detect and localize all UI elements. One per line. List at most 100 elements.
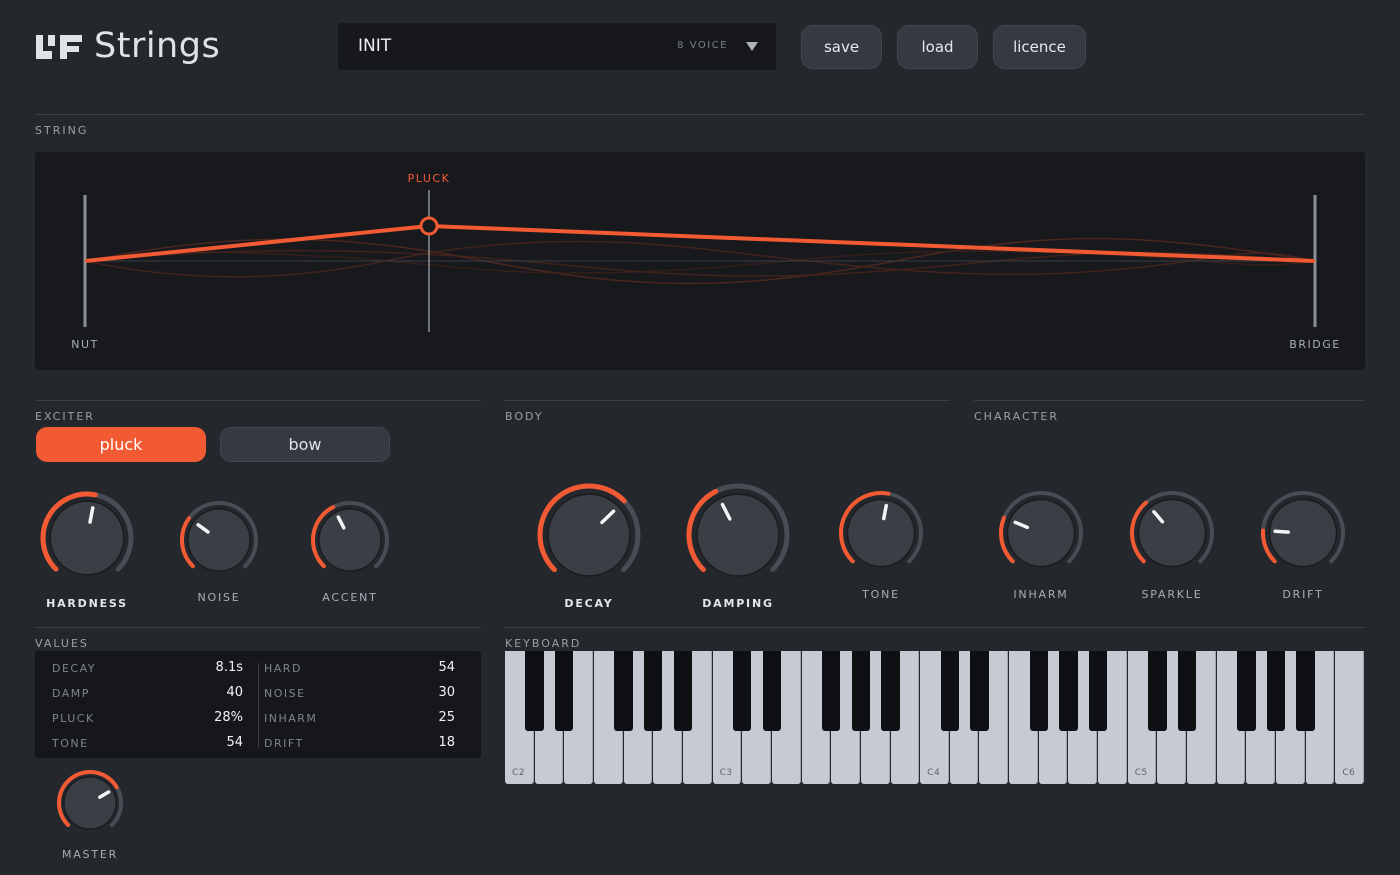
app-title: Strings <box>94 26 221 66</box>
value-inharm: 25 <box>438 710 455 725</box>
black-key[interactable] <box>970 651 989 731</box>
tone-label: TONE <box>862 588 900 601</box>
load-button[interactable]: load <box>897 25 978 69</box>
black-key[interactable] <box>733 651 752 731</box>
black-key[interactable] <box>822 651 841 731</box>
black-key[interactable] <box>1266 651 1286 731</box>
keyboard-divider <box>505 627 1365 628</box>
black-key[interactable] <box>525 651 544 731</box>
value-key: DECAY <box>52 662 96 675</box>
hardness-label: HARDNESS <box>46 597 128 610</box>
body-section-label: BODY <box>505 410 544 423</box>
knob-face <box>848 500 914 566</box>
knob-pointer <box>1273 529 1291 534</box>
value-tone: 54 <box>226 735 243 750</box>
octave-label: C4 <box>927 768 941 778</box>
octave-label: C5 <box>1134 768 1148 778</box>
value-key: PLUCK <box>52 712 95 725</box>
knob-graphic <box>57 770 123 830</box>
character-divider <box>974 400 1365 401</box>
value-drift: 18 <box>438 735 455 750</box>
knob-face <box>548 494 630 576</box>
octave-label: C2 <box>512 768 526 778</box>
value-damp: 40 <box>226 685 243 700</box>
knob-face <box>64 777 116 829</box>
knob-graphic <box>1130 491 1214 568</box>
black-key[interactable] <box>1237 651 1256 731</box>
save-button[interactable]: save <box>801 25 882 69</box>
value-key: HARD <box>264 662 302 675</box>
app-logo: Strings <box>34 26 220 66</box>
knob-graphic <box>40 491 134 576</box>
knob-face <box>50 501 124 575</box>
black-key[interactable] <box>555 651 574 731</box>
inharm-label: INHARM <box>1013 588 1069 601</box>
black-key[interactable] <box>673 651 693 731</box>
value-decay: 8.1s <box>215 660 243 675</box>
tone-knob[interactable] <box>835 487 927 579</box>
values-section-label: VALUES <box>35 637 89 650</box>
noise-label: NOISE <box>197 591 241 604</box>
nut-label: NUT <box>71 338 99 351</box>
knob-face <box>697 494 779 576</box>
black-key[interactable] <box>1296 651 1315 731</box>
black-key[interactable] <box>614 651 633 731</box>
black-key[interactable] <box>940 651 959 731</box>
damping-knob[interactable] <box>683 480 793 590</box>
black-key[interactable] <box>1177 651 1197 731</box>
white-key[interactable]: C6 <box>1335 651 1364 784</box>
values-divider-top <box>35 627 481 628</box>
black-key[interactable] <box>851 651 871 731</box>
licence-button[interactable]: licence <box>993 25 1086 69</box>
value-noise: 30 <box>438 685 455 700</box>
knob-graphic <box>537 483 641 577</box>
chevron-down-icon[interactable] <box>746 42 758 51</box>
black-key[interactable] <box>1059 651 1078 731</box>
master-knob[interactable] <box>53 766 127 840</box>
keyboard-section-label: KEYBOARD <box>505 637 582 650</box>
master-label: MASTER <box>61 848 119 861</box>
black-key[interactable] <box>1148 651 1167 731</box>
exciter-mode-pluck[interactable]: pluck <box>36 427 206 462</box>
black-key[interactable] <box>644 651 663 731</box>
black-key[interactable] <box>881 651 900 731</box>
character-section-label: CHARACTER <box>974 410 1059 423</box>
accent-label: ACCENT <box>322 591 378 604</box>
drift-knob[interactable] <box>1257 487 1349 579</box>
value-key: DRIFT <box>264 737 304 750</box>
knob-graphic <box>1261 491 1345 568</box>
decay-knob[interactable] <box>534 480 644 590</box>
black-key[interactable] <box>1029 651 1048 731</box>
value-pluck: 28% <box>214 710 243 725</box>
sparkle-knob[interactable] <box>1126 487 1218 579</box>
knob-graphic <box>839 491 923 568</box>
pluck-handle[interactable] <box>419 216 439 236</box>
preset-name: INIT <box>358 36 392 56</box>
black-key[interactable] <box>1088 651 1108 731</box>
piano-keyboard[interactable]: C2 C3 C4 C5 C6 <box>505 651 1365 784</box>
value-key: INHARM <box>264 712 318 725</box>
string-section-label: STRING <box>35 124 89 137</box>
values-readout: DECAY 8.1s DAMP 40 PLUCK 28% TONE 54 HAR… <box>35 651 481 758</box>
inharm-knob[interactable] <box>995 487 1087 579</box>
exciter-section-label: EXCITER <box>35 410 95 423</box>
black-key[interactable] <box>762 651 782 731</box>
value-key: TONE <box>52 737 89 750</box>
string-visualizer[interactable]: PLUCK NUT BRIDGE <box>35 152 1365 370</box>
decay-label: DECAY <box>564 597 614 610</box>
exciter-mode-bow[interactable]: bow <box>220 427 390 462</box>
section-divider <box>35 114 1365 115</box>
harmonic-wave-2 <box>84 240 1316 278</box>
drift-label: DRIFT <box>1282 588 1324 601</box>
value-key: NOISE <box>264 687 306 700</box>
knob-face <box>188 509 250 571</box>
preset-selector[interactable]: INIT 8 VOICE <box>338 23 776 70</box>
voice-count-label: 8 VOICE <box>677 40 728 51</box>
knob-face <box>1008 500 1074 566</box>
noise-knob[interactable] <box>176 497 262 583</box>
hardness-knob[interactable] <box>37 488 137 588</box>
accent-knob[interactable] <box>307 497 393 583</box>
string-waveform: PLUCK NUT BRIDGE <box>71 172 1339 351</box>
value-key: DAMP <box>52 687 90 700</box>
damping-label: DAMPING <box>702 597 774 610</box>
